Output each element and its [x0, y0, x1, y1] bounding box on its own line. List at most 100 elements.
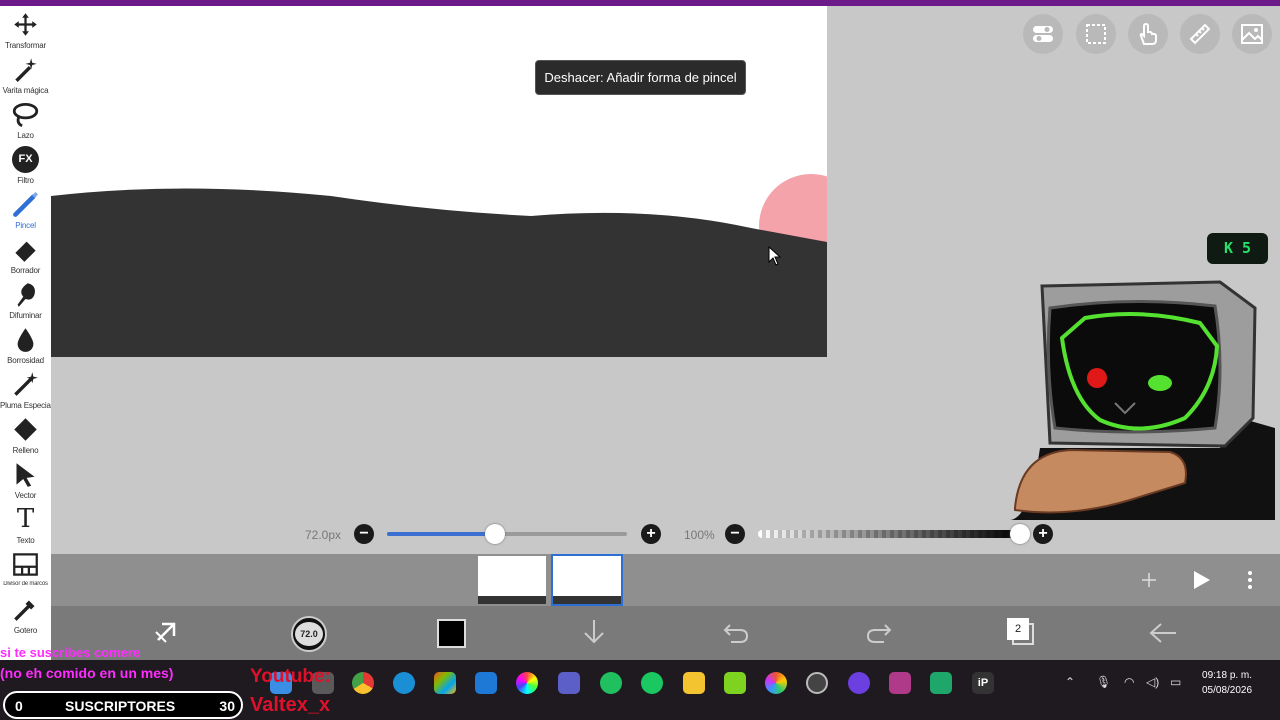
- tool-label: Borrosidad: [7, 356, 44, 365]
- opacity-decrease-button[interactable]: −: [725, 524, 745, 544]
- toggle-icon: [1033, 26, 1053, 42]
- eyedropper-icon: [14, 600, 35, 621]
- layers-button[interactable]: 2: [1007, 618, 1035, 646]
- tool-filter[interactable]: FX Filtro: [0, 143, 51, 188]
- spotify-icon[interactable]: [641, 672, 663, 694]
- tool-eyedropper[interactable]: Gotero: [0, 593, 51, 638]
- obs-icon[interactable]: [806, 672, 828, 694]
- selection-button[interactable]: [1076, 14, 1116, 54]
- magic-wand-icon: [15, 58, 37, 82]
- overlay-promo-line: si te suscribes comere: [0, 645, 141, 660]
- tool-label: Lazo: [17, 131, 34, 140]
- undo-icon[interactable]: [723, 622, 749, 644]
- frame-divider-icon: [13, 553, 38, 576]
- settings-toggle-button[interactable]: [1023, 14, 1063, 54]
- tool-eraser[interactable]: Borrador: [0, 233, 51, 278]
- transform-handle-icon[interactable]: [152, 618, 180, 646]
- chrome-icon[interactable]: [352, 672, 374, 694]
- ibispaint-icon[interactable]: iP: [972, 672, 994, 694]
- tool-label: Varita mágica: [2, 86, 49, 95]
- opacity-slider[interactable]: [758, 530, 1020, 538]
- overlay-handle: Valtex_x: [250, 694, 331, 716]
- brush-size-decrease-button[interactable]: −: [354, 524, 374, 544]
- tool-special-pen[interactable]: Pluma Especial: [0, 368, 51, 413]
- more-options-icon[interactable]: [1247, 570, 1253, 590]
- tool-fill[interactable]: Relleno: [0, 413, 51, 458]
- chat-app-icon[interactable]: [848, 672, 870, 694]
- canvas-artwork: [51, 174, 827, 357]
- tool-smudge[interactable]: Difuminar: [0, 278, 51, 323]
- tool-lasso[interactable]: Lazo: [0, 98, 51, 143]
- edge-icon[interactable]: [393, 672, 415, 694]
- add-frame-icon[interactable]: [1141, 572, 1157, 588]
- file-explorer-icon[interactable]: [683, 672, 705, 694]
- tool-label: Pluma Especial: [0, 401, 51, 410]
- brush-size-increase-button[interactable]: +: [641, 524, 661, 544]
- redo-icon[interactable]: [866, 622, 892, 644]
- selection-icon: [1086, 24, 1106, 44]
- brush-preview-button[interactable]: 72.0: [291, 616, 327, 652]
- blur-drop-icon: [17, 328, 34, 352]
- pinwheel-app-icon[interactable]: [765, 672, 787, 694]
- tool-frame-divider[interactable]: Divisor de marcos: [0, 548, 51, 593]
- move-icon: [14, 13, 37, 36]
- lasso-icon: [12, 102, 39, 128]
- opacity-value: 100%: [684, 528, 715, 542]
- tool-blur[interactable]: Borrosidad: [0, 323, 51, 368]
- tray-chevron-icon[interactable]: ⌃: [1065, 675, 1075, 689]
- fill-icon: [14, 418, 37, 441]
- frame-thumbnail[interactable]: [478, 556, 546, 604]
- special-pen-icon: [14, 372, 38, 396]
- app-green-icon[interactable]: [600, 672, 622, 694]
- volume-icon[interactable]: ◁): [1146, 675, 1159, 689]
- tool-vector[interactable]: Vector: [0, 458, 51, 503]
- tool-text[interactable]: T Texto: [0, 503, 51, 548]
- text-icon: T: [16, 504, 35, 534]
- tool-label: Divisor de marcos: [3, 581, 48, 587]
- minecraft-icon[interactable]: [724, 672, 746, 694]
- store-app-icon[interactable]: [930, 672, 952, 694]
- animation-frames-strip: [51, 554, 1280, 606]
- bottom-action-bar: 72.0 2: [51, 606, 1280, 660]
- sub-current-count: 0: [15, 698, 23, 714]
- hand-button[interactable]: [1128, 14, 1168, 54]
- tool-transform[interactable]: Transformar: [0, 8, 51, 53]
- download-arrow-icon[interactable]: [582, 618, 606, 646]
- tool-label: Relleno: [12, 446, 39, 455]
- taskbar-clock[interactable]: 09:18 p. m. 05/08/2026: [1202, 668, 1252, 698]
- brush-size-fill: [387, 532, 495, 536]
- battery-icon[interactable]: ▭: [1170, 675, 1181, 689]
- tool-magic-wand[interactable]: Varita mágica: [0, 53, 51, 98]
- opacity-handle[interactable]: [1010, 524, 1030, 544]
- clock-time: 09:18 p. m.: [1202, 670, 1253, 681]
- brush-size-slider[interactable]: [387, 532, 627, 536]
- microphone-icon[interactable]: 🎙: [1096, 675, 1111, 689]
- triangle-app-icon[interactable]: [889, 672, 911, 694]
- drawing-canvas[interactable]: [51, 6, 827, 357]
- tool-label: Filtro: [17, 176, 34, 185]
- frame-ground: [553, 596, 621, 604]
- image-icon: [1241, 24, 1263, 44]
- frame-thumbnail-selected[interactable]: [551, 554, 623, 606]
- teams-icon[interactable]: [558, 672, 580, 694]
- wifi-icon[interactable]: ◠: [1124, 675, 1134, 689]
- mail-icon[interactable]: [475, 672, 497, 694]
- back-arrow-icon[interactable]: [1149, 622, 1177, 644]
- copilot-icon[interactable]: [434, 672, 456, 694]
- eraser-icon: [15, 241, 36, 262]
- sub-goal-count: 30: [219, 698, 235, 714]
- tool-label: Transformar: [4, 41, 47, 50]
- brush-size-handle[interactable]: [485, 524, 505, 544]
- ruler-button[interactable]: [1180, 14, 1220, 54]
- hand-icon: [1139, 22, 1157, 45]
- opacity-increase-button[interactable]: +: [1033, 524, 1053, 544]
- gallery-button[interactable]: [1232, 14, 1272, 54]
- brush-size-preview: 72.0: [295, 622, 323, 646]
- play-icon[interactable]: [1191, 570, 1211, 590]
- tool-brush[interactable]: Pincel: [0, 188, 51, 233]
- color-wheel-app-icon[interactable]: [516, 672, 538, 694]
- tool-label: Pincel: [15, 221, 36, 230]
- sub-label: SUSCRIPTORES: [65, 698, 176, 714]
- color-swatch-button[interactable]: [437, 619, 466, 648]
- layers-count: 2: [1007, 618, 1029, 640]
